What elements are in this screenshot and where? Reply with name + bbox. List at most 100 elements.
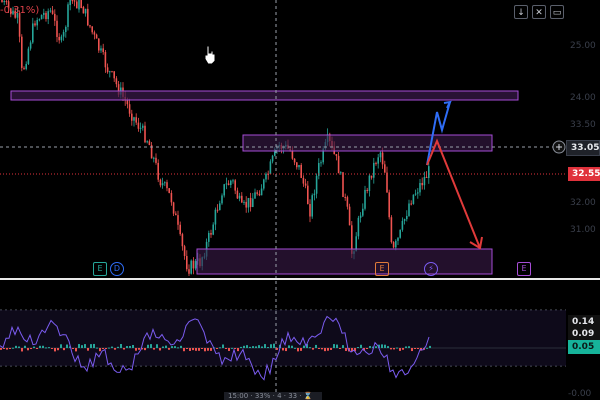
histogram-bar bbox=[393, 348, 395, 350]
candle-body bbox=[412, 194, 415, 204]
candle-body bbox=[384, 164, 386, 173]
candle-body bbox=[65, 26, 67, 33]
earnings-icon[interactable]: E bbox=[375, 262, 389, 276]
candle-body bbox=[210, 232, 212, 235]
histogram-bar bbox=[72, 348, 74, 349]
histogram-bar bbox=[357, 346, 359, 348]
histogram-bar bbox=[336, 344, 338, 348]
histogram-bar bbox=[126, 346, 128, 348]
oscillator-pane[interactable]: -0.00 0.14 0.09 0.05 bbox=[0, 281, 600, 400]
histogram-bar bbox=[54, 348, 56, 352]
pane-separator[interactable] bbox=[0, 278, 600, 280]
support-zone[interactable] bbox=[196, 248, 493, 275]
candle-body bbox=[58, 36, 60, 41]
candle-body bbox=[298, 164, 300, 168]
candle-body bbox=[62, 32, 65, 37]
candle-body bbox=[3, 1, 5, 3]
histogram-bar bbox=[219, 347, 221, 349]
histogram-bar bbox=[153, 348, 155, 350]
candle-body bbox=[357, 217, 360, 237]
histogram-bar bbox=[177, 347, 179, 349]
candle-body bbox=[49, 10, 52, 12]
candle-body bbox=[73, 0, 76, 2]
upper-resistance-zone[interactable] bbox=[10, 90, 519, 101]
histogram-bar bbox=[9, 348, 11, 349]
candle-body bbox=[69, 0, 71, 6]
candle-body bbox=[307, 185, 309, 205]
candle-body bbox=[241, 195, 243, 203]
histogram-bar bbox=[39, 345, 41, 348]
flash-icon[interactable]: ⚡ bbox=[424, 262, 438, 276]
oscillator-svg[interactable]: -0.00 bbox=[0, 281, 600, 400]
candle-body bbox=[38, 19, 41, 21]
histogram-bar bbox=[360, 344, 362, 348]
histogram-bar bbox=[399, 348, 401, 351]
mid-resistance-zone[interactable] bbox=[242, 134, 493, 152]
candle-body bbox=[223, 184, 225, 196]
earnings-icon[interactable]: E bbox=[93, 262, 107, 276]
candle-body bbox=[245, 201, 247, 208]
candle-body bbox=[186, 255, 188, 270]
candle-body bbox=[109, 71, 111, 73]
candle-body bbox=[392, 242, 395, 248]
candle-body bbox=[260, 188, 263, 196]
maximize-pane-button[interactable]: ▭ bbox=[550, 5, 564, 19]
candle-body bbox=[104, 52, 107, 68]
scroll-down-button[interactable]: ↓ bbox=[514, 5, 528, 19]
candle-body bbox=[89, 25, 91, 27]
candle-body bbox=[320, 162, 322, 164]
candle-body bbox=[300, 164, 302, 178]
histogram-bar bbox=[18, 346, 20, 348]
histogram-bar bbox=[135, 348, 137, 351]
earnings-icon[interactable]: E bbox=[517, 262, 531, 276]
candle-body bbox=[27, 48, 30, 65]
histogram-bar bbox=[225, 348, 227, 349]
histogram-bar bbox=[60, 344, 62, 348]
histogram-bar bbox=[186, 348, 188, 349]
bearish-projection-arrow[interactable] bbox=[426, 138, 481, 249]
histogram-bar bbox=[405, 346, 407, 348]
histogram-bar bbox=[0, 348, 2, 350]
candle-body bbox=[379, 152, 382, 158]
price-change-text: -0.31%) bbox=[0, 5, 40, 16]
price-chart-svg[interactable]: 25.00 24.00 33.50 32.00 31.00 bbox=[0, 0, 600, 279]
dividend-icon[interactable]: D bbox=[110, 262, 124, 276]
candle-body bbox=[84, 8, 87, 14]
candle-body bbox=[340, 172, 342, 174]
histogram-bar bbox=[291, 345, 293, 348]
candle-body bbox=[216, 209, 219, 211]
candle-body bbox=[302, 177, 305, 184]
candle-body bbox=[304, 183, 307, 186]
candle-body bbox=[417, 192, 419, 194]
histogram-bar bbox=[42, 345, 44, 348]
close-pane-button[interactable]: ✕ bbox=[532, 5, 546, 19]
candle-body bbox=[386, 172, 388, 193]
candle-body bbox=[51, 10, 54, 14]
candle-body bbox=[194, 261, 197, 269]
candle-body bbox=[135, 117, 137, 123]
histogram-bar bbox=[147, 344, 149, 348]
candle-body bbox=[219, 203, 221, 211]
candle-body bbox=[177, 215, 179, 225]
histogram-bar bbox=[321, 348, 323, 350]
candle-body bbox=[144, 125, 146, 143]
candle-body bbox=[5, 1, 8, 3]
histogram-bar bbox=[93, 343, 95, 348]
candle-body bbox=[291, 150, 294, 159]
candle-body bbox=[221, 195, 223, 204]
histogram-bar bbox=[12, 347, 14, 349]
histogram-bar bbox=[315, 344, 317, 348]
candle-body bbox=[166, 182, 168, 189]
price-chart-pane[interactable]: 25.00 24.00 33.50 32.00 31.00 -0.31%) ↓ … bbox=[0, 0, 600, 279]
histogram-bar bbox=[270, 344, 272, 348]
histogram-bar bbox=[258, 345, 260, 348]
histogram-bar bbox=[48, 347, 50, 349]
histogram-bar bbox=[75, 348, 77, 352]
candle-body bbox=[142, 125, 144, 128]
candle-body bbox=[76, 1, 78, 9]
candle-body bbox=[315, 175, 318, 194]
histogram-bar bbox=[168, 348, 170, 350]
candle-body bbox=[234, 180, 236, 191]
hand-cursor-icon bbox=[203, 45, 217, 65]
histogram-bar bbox=[267, 347, 269, 349]
